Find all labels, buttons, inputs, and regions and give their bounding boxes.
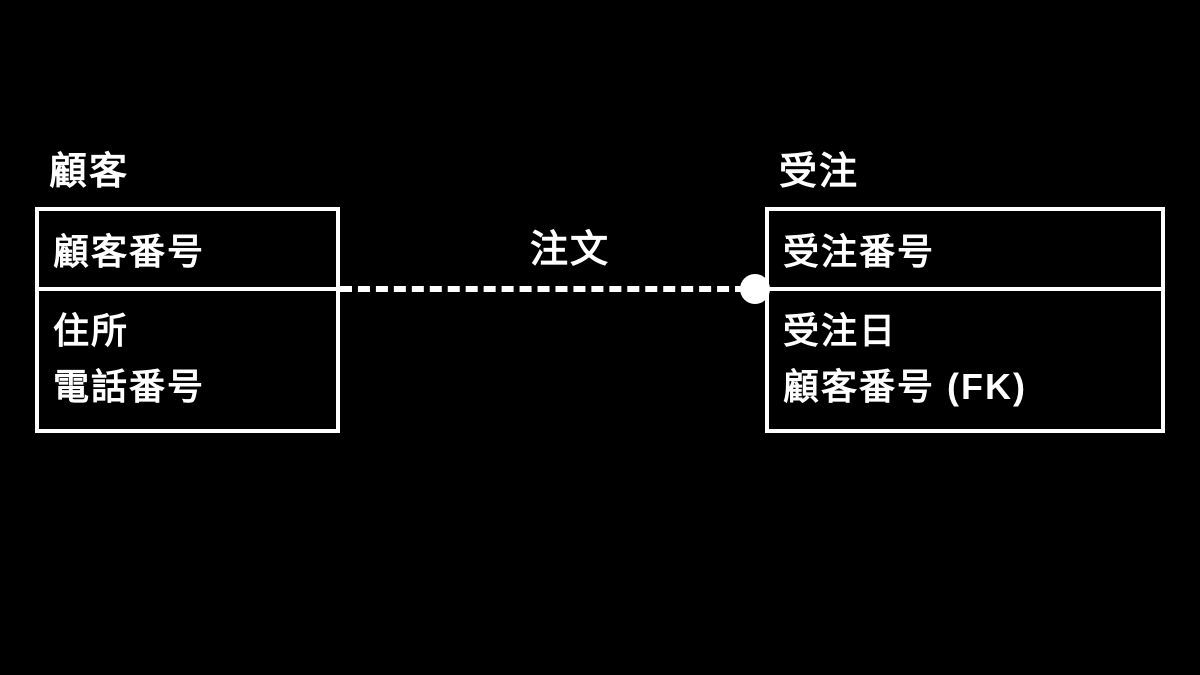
entity-order-title: 受注 [765,140,1165,207]
entity-order-pk: 受注番号 [769,211,1161,291]
entity-customer: 顧客 顧客番号 住所 電話番号 [35,140,340,433]
entity-customer-attrs: 住所 電話番号 [39,291,336,429]
entity-order-attr: 受注日 [783,303,1147,359]
entity-order-box: 受注番号 受注日 顧客番号 (FK) [765,207,1165,433]
entity-order-attr: 顧客番号 (FK) [783,359,1147,415]
entity-customer-title: 顧客 [35,140,340,207]
entity-customer-pk: 顧客番号 [39,211,336,291]
entity-customer-attr: 電話番号 [53,359,322,415]
entity-customer-box: 顧客番号 住所 電話番号 [35,207,340,433]
entity-customer-attr: 住所 [53,303,322,359]
er-diagram: 顧客 顧客番号 住所 電話番号 注文 受注 受注番号 受注日 顧客番号 (FK) [0,0,1200,675]
entity-order-attrs: 受注日 顧客番号 (FK) [769,291,1161,429]
relationship-line [340,286,765,292]
relationship-label: 注文 [530,218,610,273]
entity-order: 受注 受注番号 受注日 顧客番号 (FK) [765,140,1165,433]
